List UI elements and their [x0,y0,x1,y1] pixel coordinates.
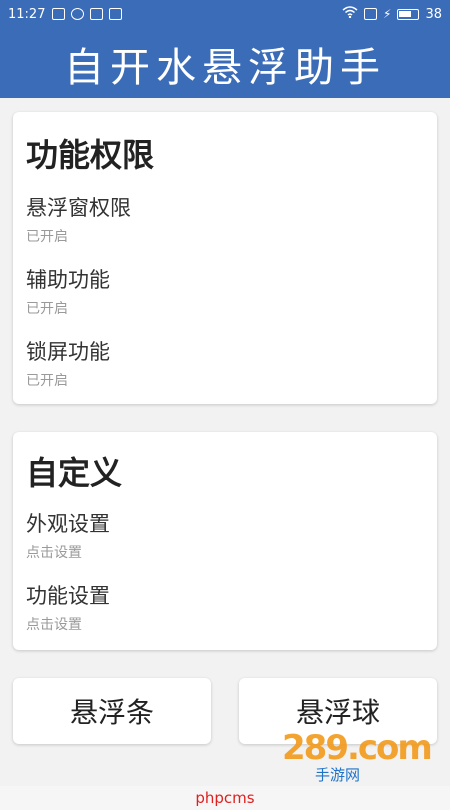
item-float-window-permission[interactable]: 悬浮窗权限 已开启 [26,192,131,246]
item-status: 已开启 [26,373,68,389]
item-label: 辅助功能 [26,268,110,292]
screen-icon [364,8,378,20]
status-time: 11:27 [8,7,46,22]
mail-icon [90,8,103,20]
item-status: 点击设置 [26,617,82,633]
battery-icon [397,8,420,20]
item-status: 已开启 [26,301,68,317]
float-bar-button[interactable]: 悬浮条 [13,678,211,744]
item-status: 已开启 [26,229,68,245]
wifi-icon [342,6,358,22]
watermark-logo: 289.com [282,728,433,768]
item-appearance-settings[interactable]: 外观设置 点击设置 [26,508,110,562]
app-header: 自开水悬浮助手 [0,30,450,98]
app-title: 自开水悬浮助手 [64,45,386,91]
permissions-card: 功能权限 悬浮窗权限 已开启 辅助功能 已开启 锁屏功能 已开启 [13,112,437,404]
item-label: 功能设置 [26,584,110,608]
status-right: ⚡ 38 [342,6,442,22]
notification-icons [52,8,122,20]
mail-icon [109,8,122,20]
item-function-settings[interactable]: 功能设置 点击设置 [26,580,110,634]
custom-card: 自定义 外观设置 点击设置 功能设置 点击设置 [13,432,437,650]
item-accessibility[interactable]: 辅助功能 已开启 [26,264,110,318]
item-status: 点击设置 [26,545,82,561]
charging-icon: ⚡ [383,7,392,21]
item-label: 悬浮窗权限 [26,196,131,220]
image-icon [52,8,65,20]
status-bar: 11:27 ⚡ 38 [0,0,450,30]
item-lock-screen[interactable]: 锁屏功能 已开启 [26,336,110,390]
watermark-sub: 手游网 [315,766,361,784]
permissions-title: 功能权限 [26,136,155,174]
check-icon [71,8,84,20]
watermark-footer: phpcms [0,786,450,810]
item-label: 锁屏功能 [26,340,110,364]
battery-level: 38 [425,6,442,22]
custom-title: 自定义 [26,454,123,492]
item-label: 外观设置 [26,512,110,536]
